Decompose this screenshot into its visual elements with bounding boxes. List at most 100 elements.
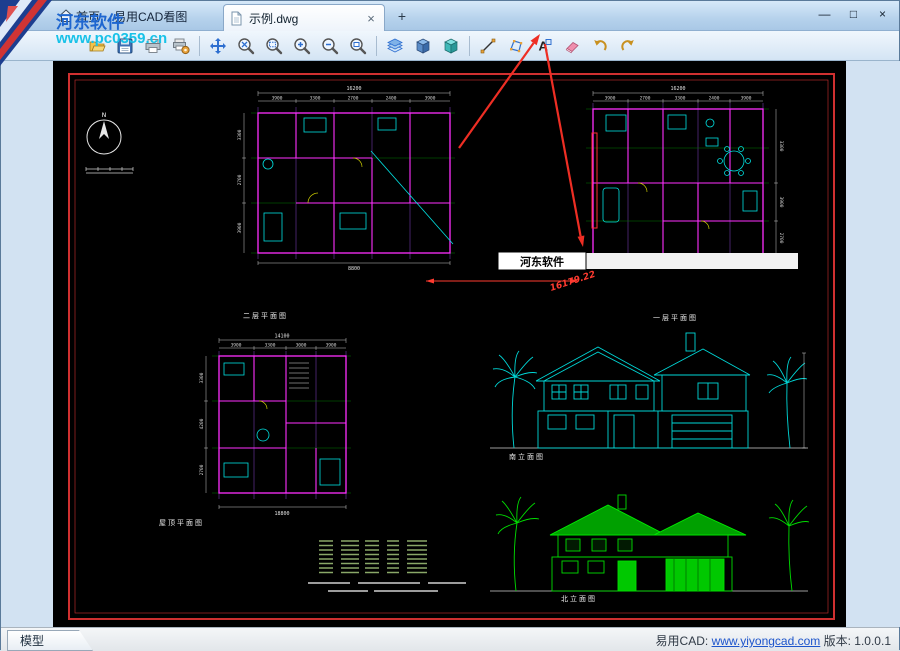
zoom-previous-icon [349, 37, 367, 55]
svg-text:3300: 3300 [265, 343, 276, 349]
drawing-note [308, 583, 466, 591]
svg-text:3900: 3900 [326, 343, 337, 349]
svg-text:3300: 3300 [675, 96, 686, 102]
plan2-label: 一层平面图 [653, 314, 698, 322]
home-button[interactable]: 首页 [55, 6, 104, 27]
annotation-strip: 河东软件 [498, 252, 798, 270]
svg-text:3000: 3000 [296, 343, 307, 349]
save-icon [116, 37, 134, 55]
home-icon [59, 9, 73, 23]
svg-text:2700: 2700 [640, 96, 651, 102]
plot-settings-button[interactable] [167, 33, 195, 59]
undo-icon [591, 37, 609, 55]
svg-text:2400: 2400 [709, 96, 720, 102]
svg-text:2700: 2700 [199, 464, 205, 475]
home-label[interactable]: 首页 [76, 8, 100, 25]
svg-text:3900: 3900 [605, 96, 616, 102]
text-tool-icon: A [535, 37, 553, 55]
floor-plan-3: 14100 3900 3300 3000 3900 3300 4200 2700… [159, 334, 351, 528]
svg-text:14100: 14100 [274, 334, 289, 340]
zoom-in-icon [293, 37, 311, 55]
redo-icon [619, 37, 637, 55]
measure-line-icon [479, 37, 497, 55]
measure-line-button[interactable] [474, 33, 502, 59]
measure-area-icon [507, 37, 525, 55]
svg-text:2700: 2700 [778, 233, 784, 244]
pan-tool-button[interactable] [204, 33, 232, 59]
open-button[interactable] [83, 33, 111, 59]
eraser-icon [563, 37, 581, 55]
layers-button[interactable] [381, 33, 409, 59]
svg-text:2700: 2700 [348, 96, 359, 102]
svg-text:3300: 3300 [310, 96, 321, 102]
toolbar-separator [376, 36, 377, 56]
window-close-button[interactable]: × [870, 5, 895, 24]
elevation-1: 南立面图 [490, 333, 808, 461]
svg-text:3900: 3900 [741, 96, 752, 102]
redo-button[interactable] [614, 33, 642, 59]
new-tab-button[interactable]: + [393, 8, 411, 25]
document-tab-label[interactable]: 示例.dwg [249, 10, 358, 27]
document-tab[interactable]: 示例.dwg × [223, 4, 385, 31]
title-bar[interactable]: 首页 易用CAD看图 示例.dwg × + — □ × [1, 1, 899, 31]
stairs [289, 363, 309, 388]
zoom-previous-button[interactable] [344, 33, 372, 59]
app-window: 首页 易用CAD看图 示例.dwg × + — □ × [0, 0, 900, 650]
drawing-area[interactable]: N 16200 3900 3300 2700 2400 [53, 61, 846, 627]
maximize-button[interactable]: □ [841, 5, 866, 24]
text-annotation-button[interactable]: A [530, 33, 558, 59]
svg-text:4200: 4200 [199, 418, 205, 429]
view-3d-button[interactable] [409, 33, 437, 59]
tab-close-button[interactable]: × [364, 11, 378, 26]
undo-button[interactable] [586, 33, 614, 59]
pan-icon [209, 37, 227, 55]
zoom-window-button[interactable] [260, 33, 288, 59]
svg-text:16200: 16200 [346, 86, 361, 92]
view-3d-icon [414, 37, 432, 55]
open-folder-icon [88, 37, 106, 55]
drawing-frame [69, 74, 834, 619]
document-icon [230, 11, 243, 26]
svg-text:2700: 2700 [237, 174, 243, 185]
save-button[interactable] [111, 33, 139, 59]
view-orbit-button[interactable] [437, 33, 465, 59]
measure-area-button[interactable] [502, 33, 530, 59]
print-icon [144, 37, 162, 55]
plot-settings-icon [172, 37, 190, 55]
status-app-prefix: 易用CAD: [656, 634, 709, 648]
minimize-button[interactable]: — [812, 5, 837, 24]
svg-text:8800: 8800 [348, 266, 360, 272]
elev2-label: 北立面图 [561, 594, 597, 603]
svg-text:2400: 2400 [386, 96, 397, 102]
toolbar-separator [469, 36, 470, 56]
floor-plan-1: 16200 3900 3300 2700 2400 3900 3300 2700… [237, 86, 455, 320]
svg-text:3900: 3900 [778, 197, 784, 208]
svg-text:3300: 3300 [778, 141, 784, 152]
main-area: N 16200 3900 3300 2700 2400 [1, 61, 900, 627]
zoom-out-icon [321, 37, 339, 55]
toolbar: A [1, 31, 899, 61]
zoom-window-icon [265, 37, 283, 55]
svg-text:3900: 3900 [425, 96, 436, 102]
zoom-extents-button[interactable] [232, 33, 260, 59]
model-tab[interactable]: 模型 [7, 630, 93, 651]
elevation-2: 北立面图 [490, 495, 809, 603]
north-compass: N [86, 112, 133, 173]
zoom-in-button[interactable] [288, 33, 316, 59]
svg-text:3300: 3300 [199, 372, 205, 383]
svg-text:18800: 18800 [274, 511, 289, 517]
app-title: 易用CAD看图 [114, 8, 187, 25]
red-dimension: 16179.22 [426, 270, 597, 294]
cad-canvas[interactable]: N 16200 3900 3300 2700 2400 [53, 61, 846, 627]
svg-text:3300: 3300 [237, 129, 243, 140]
view-orbit-icon [442, 37, 460, 55]
scale-bar [86, 167, 133, 173]
layers-icon [386, 37, 404, 55]
annotation-text: 河东软件 [520, 255, 564, 269]
eraser-button[interactable] [558, 33, 586, 59]
zoom-out-button[interactable] [316, 33, 344, 59]
vendor-link[interactable]: www.yiyongcad.com [712, 634, 821, 648]
status-right: 易用CAD: www.yiyongcad.com 版本: 1.0.0.1 [656, 632, 891, 649]
print-button[interactable] [139, 33, 167, 59]
status-bar: 模型 易用CAD: www.yiyongcad.com 版本: 1.0.0.1 [1, 627, 899, 651]
